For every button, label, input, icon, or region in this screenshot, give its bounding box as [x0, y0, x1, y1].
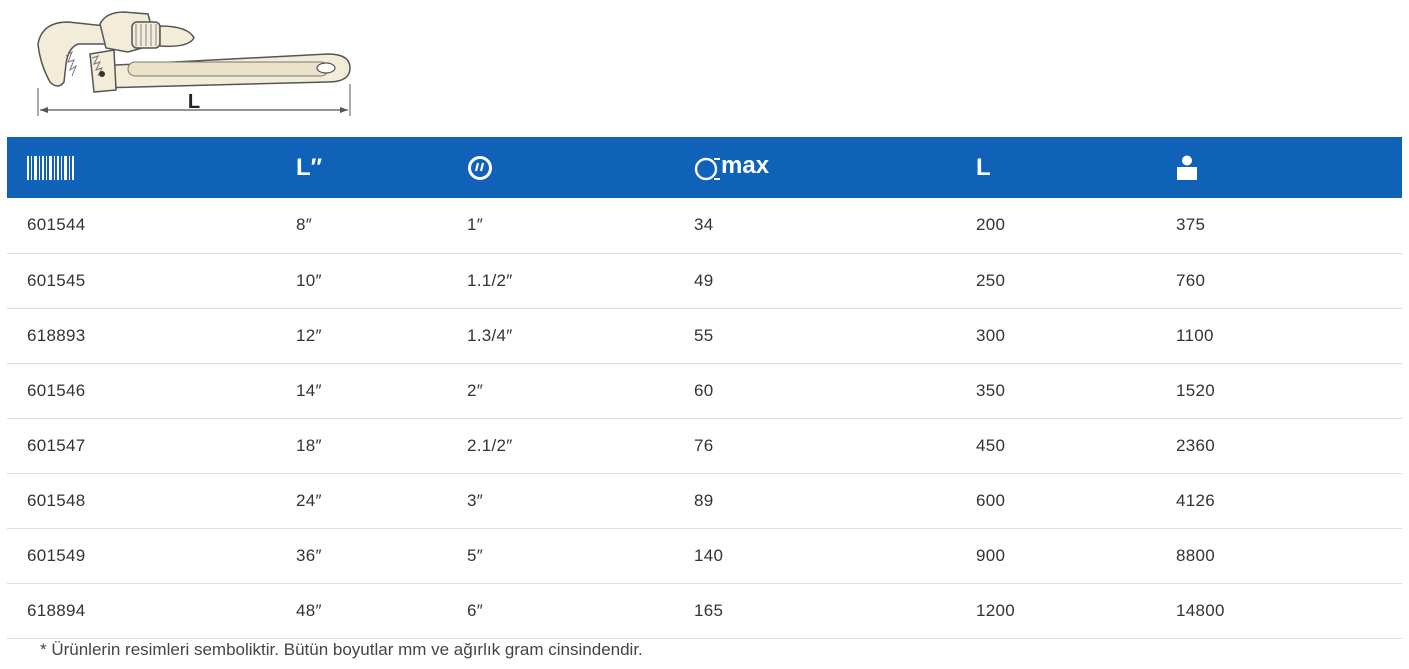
- cell-max-diameter: 89: [694, 473, 976, 529]
- pipe-wrench-illustration: L: [37, 11, 351, 116]
- table-row: 601548 24″ 3″ 89 600 4126: [7, 473, 1402, 529]
- cell-pipe-size: 3″: [467, 473, 694, 529]
- cell-weight: 760: [1176, 253, 1402, 309]
- cell-length: 250: [976, 253, 1176, 309]
- cell-code: 618893: [7, 308, 296, 364]
- cell-max-diameter: 34: [694, 198, 976, 254]
- cell-size-inch: 12″: [296, 308, 467, 364]
- header-length: L: [976, 137, 1176, 198]
- cell-pipe-size: 2″: [467, 363, 694, 419]
- cell-size-inch: 14″: [296, 363, 467, 419]
- header-max-diameter: max: [694, 137, 976, 198]
- cell-max-diameter: 49: [694, 253, 976, 309]
- header-code: [7, 137, 296, 198]
- cell-code: 601545: [7, 253, 296, 309]
- cell-length: 350: [976, 363, 1176, 419]
- cell-length: 300: [976, 308, 1176, 364]
- spec-table: L″ max L 601544 8″ 1″ 34 200 375 601545 …: [7, 137, 1402, 639]
- cell-max-diameter: 140: [694, 528, 976, 584]
- pipe-size-icon: [468, 155, 492, 180]
- table-header-row: L″ max L: [7, 137, 1402, 198]
- cell-pipe-size: 2.1/2″: [467, 418, 694, 474]
- cell-size-inch: 10″: [296, 253, 467, 309]
- cell-weight: 1100: [1176, 308, 1402, 364]
- weight-icon: [1177, 155, 1197, 180]
- cell-weight: 375: [1176, 198, 1402, 254]
- cell-max-diameter: 60: [694, 363, 976, 419]
- cell-max-diameter: 76: [694, 418, 976, 474]
- pipe-diameter-icon: [694, 157, 720, 181]
- table-row: 601546 14″ 2″ 60 350 1520: [7, 363, 1402, 419]
- header-size-inch: L″: [296, 137, 467, 198]
- cell-pipe-size: 1.3/4″: [467, 308, 694, 364]
- cell-code: 601548: [7, 473, 296, 529]
- cell-size-inch: 36″: [296, 528, 467, 584]
- cell-pipe-size: 1″: [467, 198, 694, 254]
- footnote: * Ürünlerin resimleri semboliktir. Bütün…: [40, 640, 643, 659]
- cell-code: 618894: [7, 583, 296, 639]
- header-length-label: L: [976, 153, 991, 181]
- header-pipe-size: [467, 137, 694, 198]
- cell-length: 1200: [976, 583, 1176, 639]
- cell-weight: 8800: [1176, 528, 1402, 584]
- header-weight: [1176, 137, 1402, 198]
- cell-pipe-size: 1.1/2″: [467, 253, 694, 309]
- cell-size-inch: 24″: [296, 473, 467, 529]
- cell-code: 601549: [7, 528, 296, 584]
- table-row: 601549 36″ 5″ 140 900 8800: [7, 528, 1402, 584]
- cell-code: 601546: [7, 363, 296, 419]
- cell-size-inch: 18″: [296, 418, 467, 474]
- cell-length: 200: [976, 198, 1176, 254]
- cell-code: 601547: [7, 418, 296, 474]
- cell-code: 601544: [7, 198, 296, 254]
- cell-max-diameter: 55: [694, 308, 976, 364]
- cell-weight: 14800: [1176, 583, 1402, 639]
- cell-length: 450: [976, 418, 1176, 474]
- header-size-inch-label: L″: [296, 153, 323, 181]
- table-row: 618893 12″ 1.3/4″ 55 300 1100: [7, 308, 1402, 364]
- dimension-label: L: [188, 91, 200, 113]
- table-row: 618894 48″ 6″ 165 1200 14800: [7, 583, 1402, 639]
- barcode-icon: [27, 155, 74, 180]
- table-row: 601545 10″ 1.1/2″ 49 250 760: [7, 253, 1402, 309]
- cell-pipe-size: 5″: [467, 528, 694, 584]
- cell-length: 600: [976, 473, 1176, 529]
- cell-weight: 4126: [1176, 473, 1402, 529]
- cell-length: 900: [976, 528, 1176, 584]
- header-max-label: max: [721, 152, 770, 180]
- cell-max-diameter: 165: [694, 583, 976, 639]
- cell-weight: 1520: [1176, 363, 1402, 419]
- cell-size-inch: 8″: [296, 198, 467, 254]
- cell-weight: 2360: [1176, 418, 1402, 474]
- cell-size-inch: 48″: [296, 583, 467, 639]
- cell-pipe-size: 6″: [467, 583, 694, 639]
- table-row: 601544 8″ 1″ 34 200 375: [7, 198, 1402, 254]
- table-row: 601547 18″ 2.1/2″ 76 450 2360: [7, 418, 1402, 474]
